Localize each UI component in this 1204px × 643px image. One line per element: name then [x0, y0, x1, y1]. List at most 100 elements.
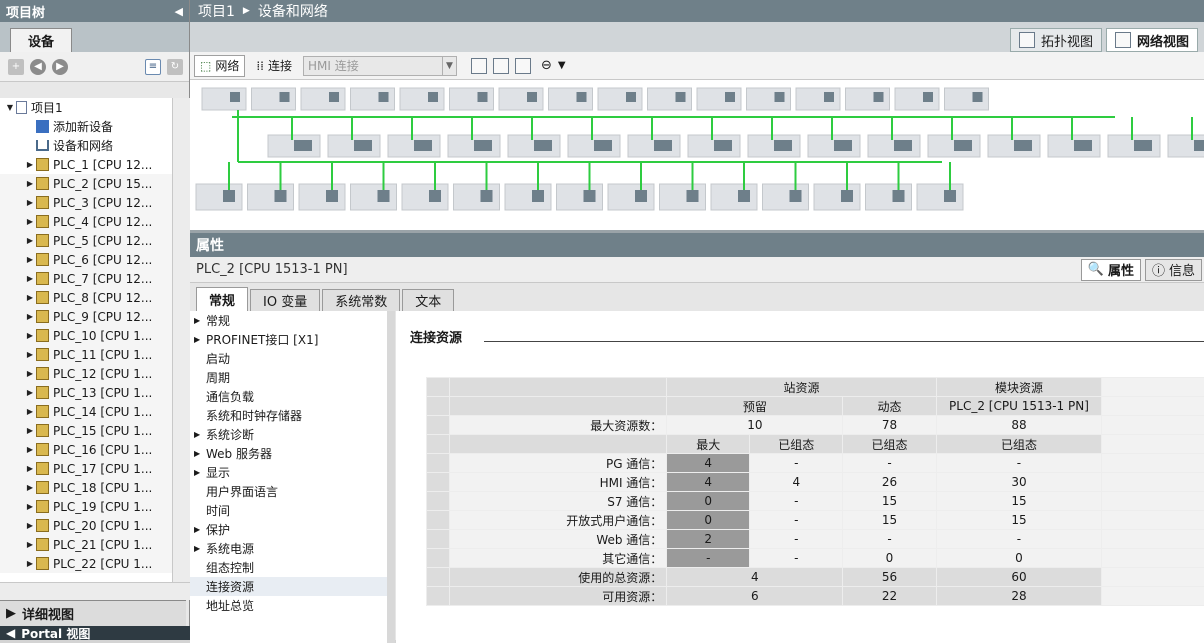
breadcrumb-devices-networks[interactable]: 设备和网络 [258, 1, 328, 21]
nav-item[interactable]: 系统和时钟存储器 [190, 406, 389, 425]
nav-item[interactable]: 连接资源 [190, 577, 389, 596]
tree-item[interactable]: ▶PLC_1 [CPU 12... [0, 155, 172, 174]
nav-item[interactable]: 时间 [190, 501, 389, 520]
nav-item[interactable]: 组态控制 [190, 558, 389, 577]
nav-item[interactable]: ▶系统诊断 [190, 425, 389, 444]
tree-item[interactable]: ▶PLC_12 [CPU 1... [0, 364, 172, 383]
reserved-max-value[interactable]: 4 [667, 473, 750, 492]
collapsed-arrow-icon[interactable]: ▶ [24, 312, 36, 321]
portal-view-bar[interactable]: ◀Portal 视图 [0, 626, 190, 640]
collapsed-arrow-icon[interactable]: ▶ [24, 236, 36, 245]
nav-item[interactable]: 地址总览 [190, 596, 389, 615]
tree-item[interactable]: 设备和网络 [0, 136, 172, 155]
detail-view-header[interactable]: ▶详细视图 [0, 600, 186, 626]
collapsed-arrow-icon[interactable]: ▶ [24, 255, 36, 264]
collapse-panel-icon[interactable]: ◀ [175, 5, 183, 18]
nav-item[interactable]: ▶Web 服务器 [190, 444, 389, 463]
tree-item[interactable]: ▼项目1 [0, 98, 172, 117]
tab-general[interactable]: 常规 [196, 287, 248, 311]
tree-item[interactable]: ▶PLC_13 [CPU 1... [0, 383, 172, 402]
nav-splitter[interactable] [387, 311, 395, 643]
tree-item[interactable]: ▶PLC_2 [CPU 15... [0, 174, 172, 193]
nav-item[interactable]: 启动 [190, 349, 389, 368]
tree-item[interactable]: ▶PLC_20 [CPU 1... [0, 516, 172, 535]
show-address-icon[interactable] [493, 58, 509, 74]
collapsed-arrow-icon[interactable]: ▶ [24, 388, 36, 397]
reserved-max-value[interactable]: 0 [667, 492, 750, 511]
tree-item[interactable]: ▶PLC_17 [CPU 1... [0, 459, 172, 478]
network-canvas[interactable] [190, 80, 1204, 230]
tree-item[interactable]: ▶PLC_11 [CPU 1... [0, 345, 172, 364]
collapsed-arrow-icon[interactable]: ▶ [24, 350, 36, 359]
forward-icon[interactable]: ▶ [52, 59, 68, 75]
tree-vertical-scrollbar[interactable] [172, 98, 190, 582]
collapsed-arrow-icon[interactable]: ▶ [24, 179, 36, 188]
collapsed-arrow-icon[interactable]: ▶ [24, 483, 36, 492]
collapsed-arrow-icon[interactable]: ▶ [24, 559, 36, 568]
tree-item[interactable]: ▶PLC_16 [CPU 1... [0, 440, 172, 459]
tree-item[interactable]: ▶PLC_10 [CPU 1... [0, 326, 172, 345]
connection-mode-button[interactable]: ⁞⁞连接 [251, 55, 297, 77]
collapsed-arrow-icon[interactable]: ▶ [24, 464, 36, 473]
nav-item[interactable]: ▶系统电源 [190, 539, 389, 558]
collapsed-arrow-icon[interactable]: ▶ [24, 274, 36, 283]
tree-item[interactable]: ▶PLC_6 [CPU 12... [0, 250, 172, 269]
collapsed-arrow-icon[interactable]: ▶ [24, 502, 36, 511]
collapsed-arrow-icon[interactable]: ▶ [24, 407, 36, 416]
collapsed-arrow-icon[interactable]: ▶ [24, 198, 36, 207]
nav-item[interactable]: 用户界面语言 [190, 482, 389, 501]
reserved-max-value[interactable]: - [667, 549, 750, 568]
nav-item[interactable]: ▶显示 [190, 463, 389, 482]
zoom-dropdown-icon[interactable]: ▼ [558, 60, 566, 71]
tab-texts[interactable]: 文本 [402, 289, 454, 311]
tab-io-tags[interactable]: IO 变量 [250, 289, 320, 311]
show-names-icon[interactable] [471, 58, 487, 74]
topology-view-tab[interactable]: 拓扑视图 [1010, 28, 1102, 52]
tree-item[interactable]: ▶PLC_3 [CPU 12... [0, 193, 172, 212]
tree-item[interactable]: ▶PLC_9 [CPU 12... [0, 307, 172, 326]
collapsed-arrow-icon[interactable]: ▶ [24, 445, 36, 454]
collapsed-arrow-icon[interactable]: ▶ [24, 540, 36, 549]
tab-properties[interactable]: 🔍属性 [1081, 259, 1141, 281]
new-item-icon[interactable]: + [8, 59, 24, 75]
nav-item[interactable]: 通信负载 [190, 387, 389, 406]
tab-devices[interactable]: 设备 [10, 28, 72, 52]
expanded-arrow-icon[interactable]: ▼ [4, 103, 16, 112]
tree-horizontal-scrollbar[interactable] [0, 582, 190, 600]
sync-icon[interactable]: ↻ [167, 59, 183, 75]
tab-system-constants[interactable]: 系统常数 [322, 289, 400, 311]
table-icon[interactable] [515, 58, 531, 74]
nav-item[interactable]: 周期 [190, 368, 389, 387]
nav-item[interactable]: ▶常规 [190, 311, 389, 330]
overview-icon[interactable]: ≡ [145, 59, 161, 75]
connection-type-select[interactable]: HMI 连接▼ [303, 56, 457, 76]
tree-item[interactable]: ▶PLC_22 [CPU 1... [0, 554, 172, 573]
collapsed-arrow-icon[interactable]: ▶ [24, 160, 36, 169]
tree-item[interactable]: ▶PLC_14 [CPU 1... [0, 402, 172, 421]
tree-item[interactable]: ▶PLC_5 [CPU 12... [0, 231, 172, 250]
zoom-out-icon[interactable]: ⊖ [541, 58, 552, 73]
breadcrumb-project[interactable]: 项目1 [198, 1, 235, 21]
reserved-max-value[interactable]: 4 [667, 454, 750, 473]
tab-info[interactable]: ⓘ信息 [1145, 259, 1202, 281]
tree-item[interactable]: ▶PLC_7 [CPU 12... [0, 269, 172, 288]
tree-item[interactable]: ▶PLC_18 [CPU 1... [0, 478, 172, 497]
tree-item[interactable]: ▶PLC_21 [CPU 1... [0, 535, 172, 554]
back-icon[interactable]: ◀ [30, 59, 46, 75]
tree-item[interactable]: 添加新设备 [0, 117, 172, 136]
collapsed-arrow-icon[interactable]: ▶ [24, 426, 36, 435]
nav-item[interactable]: ▶PROFINET接口 [X1] [190, 330, 389, 349]
collapsed-arrow-icon[interactable]: ▶ [24, 293, 36, 302]
network-view-tab[interactable]: 网络视图 [1106, 28, 1198, 52]
reserved-max-value[interactable]: 2 [667, 530, 750, 549]
tree-item[interactable]: ▶PLC_15 [CPU 1... [0, 421, 172, 440]
tree-item[interactable]: ▶PLC_8 [CPU 12... [0, 288, 172, 307]
collapsed-arrow-icon[interactable]: ▶ [24, 331, 36, 340]
network-mode-button[interactable]: ⬚网络 [194, 55, 245, 77]
collapsed-arrow-icon[interactable]: ▶ [24, 369, 36, 378]
nav-item[interactable]: ▶保护 [190, 520, 389, 539]
collapsed-arrow-icon[interactable]: ▶ [24, 521, 36, 530]
collapsed-arrow-icon[interactable]: ▶ [24, 217, 36, 226]
reserved-max-value[interactable]: 0 [667, 511, 750, 530]
tree-item[interactable]: ▶PLC_4 [CPU 12... [0, 212, 172, 231]
